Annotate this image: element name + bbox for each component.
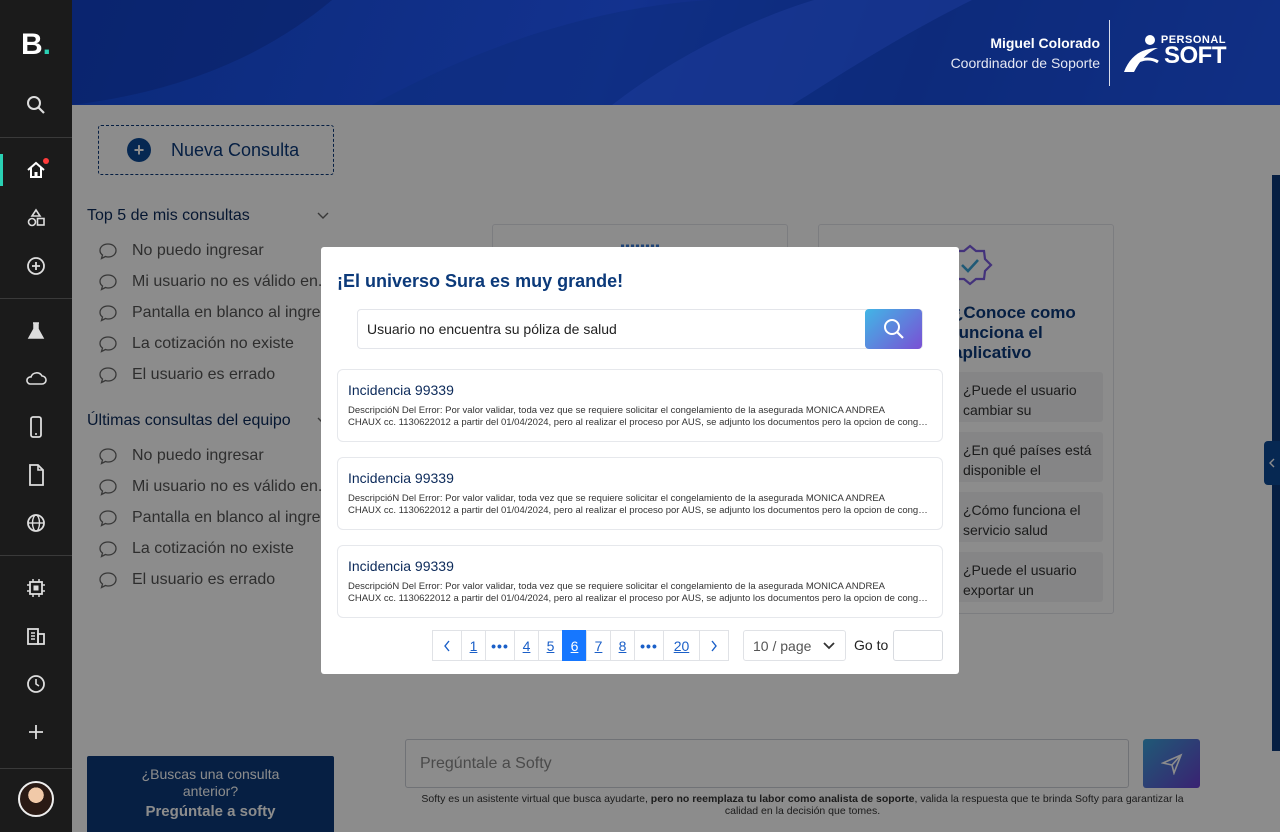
chevron-down-icon bbox=[823, 642, 835, 650]
top-header: Miguel Colorado Coordinador de Soporte P… bbox=[72, 0, 1280, 105]
chevron-right-icon bbox=[711, 640, 717, 651]
page-4[interactable]: 4 bbox=[514, 630, 539, 661]
page-ellipsis[interactable]: ••• bbox=[634, 630, 664, 661]
next-page-button[interactable] bbox=[699, 630, 729, 661]
page-8[interactable]: 8 bbox=[610, 630, 635, 661]
page-20[interactable]: 20 bbox=[663, 630, 700, 661]
result-title: Incidencia 99339 bbox=[348, 558, 454, 574]
goto-input[interactable] bbox=[893, 630, 943, 661]
page-size-value: 10 / page bbox=[753, 637, 812, 654]
page-ellipsis[interactable]: ••• bbox=[485, 630, 515, 661]
home-icon[interactable] bbox=[0, 152, 72, 188]
clock-icon[interactable] bbox=[0, 666, 72, 702]
search-icon[interactable] bbox=[0, 87, 72, 123]
result-card[interactable]: Incidencia 99339 DescripcióN Del Error: … bbox=[337, 369, 943, 442]
building-icon[interactable] bbox=[0, 618, 72, 654]
search-icon bbox=[883, 319, 904, 339]
mobile-icon[interactable] bbox=[0, 409, 72, 445]
result-title: Incidencia 99339 bbox=[348, 382, 454, 398]
cloud-icon[interactable] bbox=[0, 361, 72, 397]
document-icon[interactable] bbox=[0, 457, 72, 493]
brand-logo: PERSONAL SOFT bbox=[1118, 32, 1230, 76]
page-1[interactable]: 1 bbox=[461, 630, 486, 661]
icon-rail: B. bbox=[0, 0, 72, 832]
notification-dot bbox=[43, 158, 49, 164]
brand-bottom: SOFT bbox=[1164, 42, 1227, 69]
result-description: DescripcióN Del Error: Por valor validar… bbox=[348, 493, 932, 516]
search-button[interactable] bbox=[865, 309, 922, 349]
chip-icon[interactable] bbox=[0, 570, 72, 606]
result-title: Incidencia 99339 bbox=[348, 470, 454, 486]
page-6[interactable]: 6 bbox=[562, 630, 587, 661]
modal-title: ¡El universo Sura es muy grande! bbox=[337, 271, 624, 291]
page-5[interactable]: 5 bbox=[538, 630, 563, 661]
chevron-left-icon bbox=[444, 640, 450, 651]
add-circle-icon[interactable] bbox=[0, 248, 72, 284]
prev-page-button[interactable] bbox=[432, 630, 462, 661]
result-card[interactable]: Incidencia 99339 DescripcióN Del Error: … bbox=[337, 457, 943, 530]
result-description: DescripcióN Del Error: Por valor validar… bbox=[348, 405, 932, 428]
globe-icon[interactable] bbox=[0, 505, 72, 541]
avatar[interactable] bbox=[18, 781, 54, 817]
flask-icon[interactable] bbox=[0, 313, 72, 349]
page-7[interactable]: 7 bbox=[586, 630, 611, 661]
header-decoration bbox=[72, 0, 1280, 105]
user-role: Coordinador de Soporte bbox=[950, 55, 1100, 71]
app-logo[interactable]: B. bbox=[0, 28, 72, 62]
header-divider bbox=[1109, 20, 1110, 86]
plus-icon[interactable] bbox=[0, 714, 72, 750]
user-name: Miguel Colorado bbox=[990, 35, 1100, 51]
search-input[interactable] bbox=[358, 310, 866, 348]
page-size-select[interactable]: 10 / page bbox=[743, 630, 846, 661]
pagination: 1 ••• 4 5 6 7 8 ••• 20 bbox=[432, 630, 729, 661]
search-modal: ¡El universo Sura es muy grande! Inciden… bbox=[321, 247, 959, 674]
goto-label: Go to bbox=[854, 637, 889, 653]
shapes-icon[interactable] bbox=[0, 200, 72, 236]
result-description: DescripcióN Del Error: Por valor validar… bbox=[348, 581, 932, 604]
result-card[interactable]: Incidencia 99339 DescripcióN Del Error: … bbox=[337, 545, 943, 618]
modal-search bbox=[357, 309, 923, 349]
